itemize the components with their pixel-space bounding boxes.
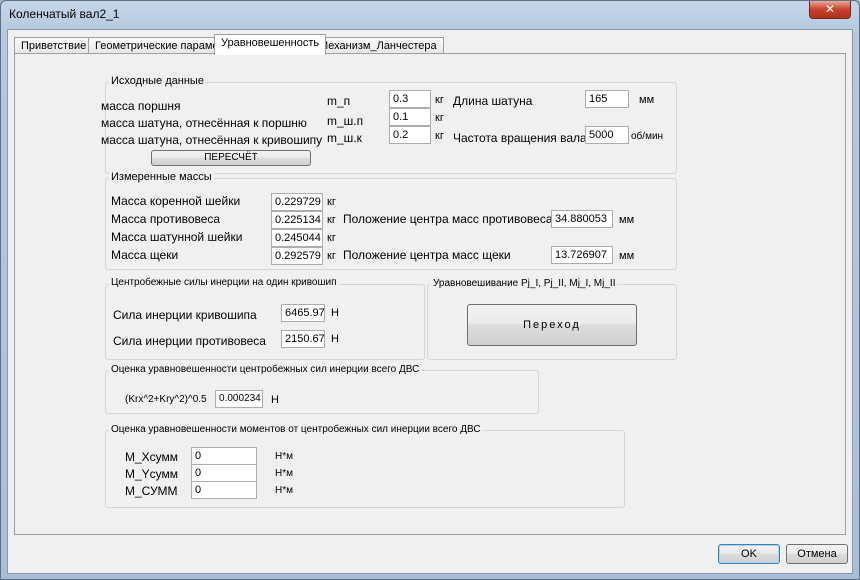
crank-force-field[interactable]: 6465.971: [281, 304, 325, 322]
m-p-symbol: m_п: [327, 94, 351, 108]
rpm-input[interactable]: 5000: [585, 126, 629, 144]
tab-balance[interactable]: Уравновешенность: [214, 34, 327, 55]
crankpin-mass-label: Масса шатунной шейки: [111, 230, 243, 244]
cheek-mass-label: Масса щеки: [111, 248, 179, 262]
force-estimate-group: [105, 370, 539, 414]
balancing-title: Уравновешивание Pj_I, Pj_II, Mj_I, Mj_II: [431, 278, 618, 289]
cancel-button[interactable]: Отмена: [786, 544, 848, 564]
m-shk-symbol: m_ш.к: [327, 131, 362, 145]
moment-estimate-group: [105, 430, 625, 508]
close-button[interactable]: ✕: [809, 1, 851, 19]
crank-force-unit: Н: [331, 307, 339, 319]
m-shp-unit: кг: [435, 112, 444, 124]
rod-length-unit: мм: [639, 94, 655, 106]
force-estimate-title: Оценка уравновешенности центробежных сил…: [109, 364, 422, 375]
moment-estimate-title: Оценка уравновешенности моментов от цент…: [109, 424, 483, 435]
m-shk-input[interactable]: 0.2: [389, 126, 431, 144]
force-formula-label: (Krx^2+Kry^2)^0.5: [125, 394, 207, 405]
centrifugal-forces-group: [105, 284, 425, 360]
m-p-input[interactable]: 0.3: [389, 90, 431, 108]
mx-sum-unit: Н*м: [275, 451, 293, 462]
counterweight-mass-unit: кг: [327, 214, 336, 226]
cheek-center-unit: мм: [619, 250, 635, 262]
cw-force-field[interactable]: 2150.679: [281, 330, 325, 348]
main-journal-mass-field[interactable]: 0.229729: [271, 193, 323, 211]
m-shp-symbol: m_ш.п: [327, 114, 364, 128]
tab-welcome[interactable]: Приветствие: [14, 37, 94, 54]
counterweight-mass-label: Масса противовеса: [111, 212, 221, 226]
m-p-unit: кг: [435, 94, 444, 106]
tab-lanchester[interactable]: Механизм_Ланчестера: [312, 37, 444, 54]
cheek-center-label: Положение центра масс щеки: [343, 248, 511, 262]
my-sum-field[interactable]: 0: [191, 464, 257, 482]
m-total-unit: Н*м: [275, 485, 293, 496]
initial-data-title: Исходные данные: [109, 75, 206, 87]
cheek-mass-unit: кг: [327, 250, 336, 262]
ok-button[interactable]: OK: [718, 544, 780, 564]
cw-center-unit: мм: [619, 214, 635, 226]
counterweight-mass-field[interactable]: 0.225134: [271, 211, 323, 229]
measured-masses-title: Измеренные массы: [109, 171, 214, 183]
rod-length-label: Длина шатуна: [453, 94, 533, 108]
main-journal-mass-label: Масса коренной шейки: [111, 194, 241, 208]
m-shk-unit: кг: [435, 130, 444, 142]
balance-panel: Исходные данные масса поршня масса шатун…: [14, 53, 846, 535]
mx-sum-label: M_Xсумм: [125, 450, 179, 464]
crankpin-mass-field[interactable]: 0.245044: [271, 229, 323, 247]
piston-mass-label: масса поршня: [101, 99, 181, 113]
main-journal-mass-unit: кг: [327, 196, 336, 208]
m-total-field[interactable]: 0: [191, 481, 257, 499]
rod-length-input[interactable]: 165: [585, 90, 629, 108]
cw-force-label: Сила инерции противовеса: [113, 334, 266, 348]
rpm-unit: об/мин: [631, 131, 664, 142]
force-estimate-field[interactable]: 0.000234: [215, 390, 263, 408]
crank-force-label: Сила инерции кривошипа: [113, 308, 257, 322]
recalc-button[interactable]: ПЕРЕСЧЁТ: [151, 150, 311, 166]
my-sum-unit: Н*м: [275, 468, 293, 479]
m-shp-input[interactable]: 0.1: [389, 108, 431, 126]
mx-sum-field[interactable]: 0: [191, 447, 257, 465]
crankpin-mass-unit: кг: [327, 232, 336, 244]
m-total-label: M_СУММ: [125, 484, 178, 498]
go-to-balancing-button[interactable]: Переход: [467, 304, 637, 346]
application-window: Коленчатый вал2_1 ✕ Приветствие Геометри…: [0, 0, 860, 580]
dialog-body: Приветствие Геометрические параметры Ура…: [7, 29, 853, 574]
cheek-center-field[interactable]: 13.726907: [551, 246, 613, 264]
title-bar: Коленчатый вал2_1 ✕: [1, 1, 859, 27]
cw-center-label: Положение центра масс противовеса: [343, 212, 553, 226]
my-sum-label: M_Yсумм: [125, 467, 179, 481]
cheek-mass-field[interactable]: 0.292579: [271, 247, 323, 265]
cw-force-unit: Н: [331, 333, 339, 345]
rod-crank-mass-label: масса шатуна, отнесённая к кривошипу: [101, 133, 323, 147]
rpm-label: Частота вращения вала: [453, 131, 587, 145]
rod-piston-mass-label: масса шатуна, отнесённая к поршню: [101, 116, 307, 130]
centrifugal-forces-title: Центробежные силы инерции на один кривош…: [109, 277, 339, 288]
force-estimate-unit: Н: [271, 394, 279, 406]
window-title: Коленчатый вал2_1: [9, 7, 120, 21]
cw-center-field[interactable]: 34.880053: [551, 210, 613, 228]
